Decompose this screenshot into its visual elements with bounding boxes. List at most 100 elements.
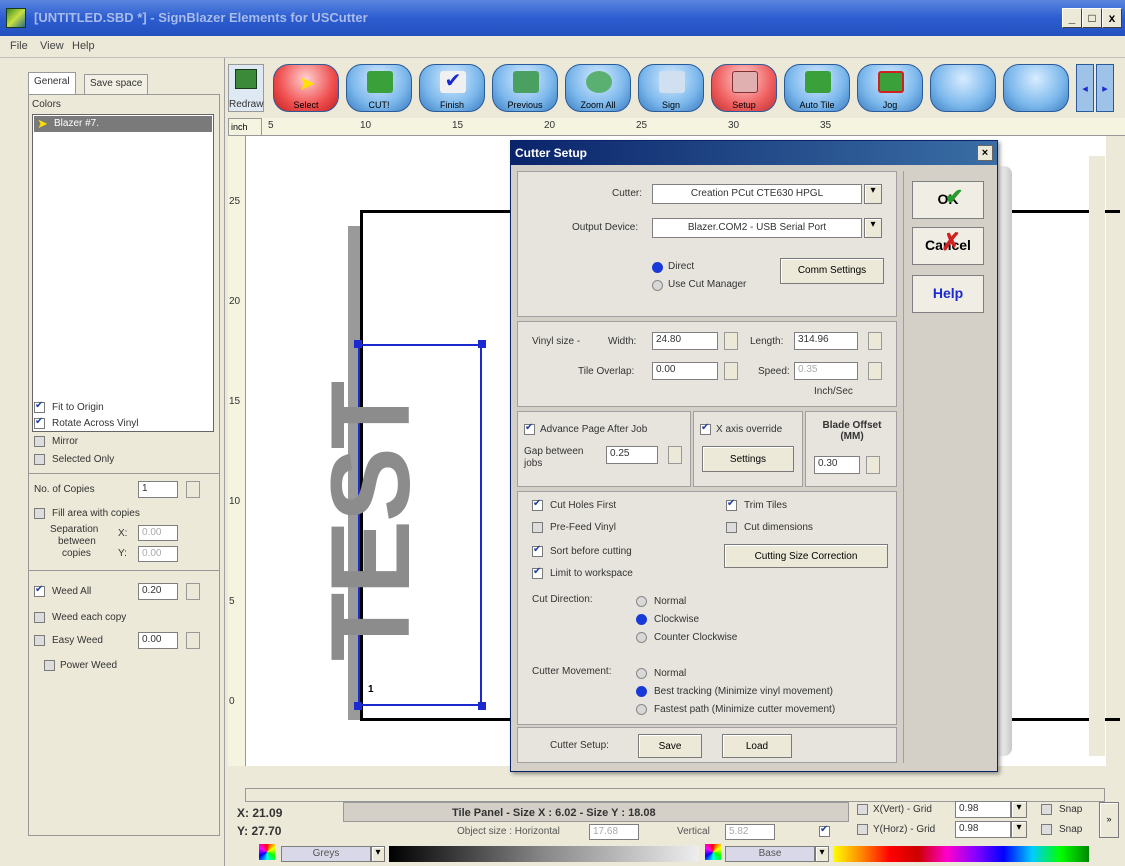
jog-button[interactable]: Jog bbox=[857, 64, 923, 112]
cut-manager-radio[interactable] bbox=[652, 280, 663, 291]
easy-weed-input[interactable]: 0.00 bbox=[138, 632, 178, 649]
greys-palette-select[interactable]: Greys bbox=[281, 846, 371, 862]
cutting-size-correction-button[interactable]: Cutting Size Correction bbox=[724, 544, 888, 568]
sort-before-checkbox[interactable] bbox=[532, 544, 543, 557]
snap-y-checkbox[interactable] bbox=[1041, 824, 1052, 835]
comm-settings-button[interactable]: Comm Settings bbox=[780, 258, 884, 284]
length-spinner[interactable] bbox=[868, 332, 882, 350]
easy-weed-spinner[interactable] bbox=[186, 632, 200, 649]
base-swatch-strip[interactable] bbox=[833, 846, 1089, 862]
fit-origin-checkbox[interactable] bbox=[34, 400, 45, 413]
expand-icon[interactable]: » bbox=[1099, 802, 1119, 838]
selection-handle[interactable] bbox=[478, 340, 486, 348]
cancel-button[interactable]: Cancel ✗ bbox=[912, 227, 984, 265]
palette-icon[interactable] bbox=[259, 844, 275, 860]
copies-input[interactable]: 1 bbox=[138, 481, 178, 498]
gap-spinner[interactable] bbox=[668, 446, 682, 464]
mirror-checkbox[interactable] bbox=[34, 436, 45, 447]
palette-icon[interactable] bbox=[705, 844, 721, 860]
selection-handle[interactable] bbox=[354, 702, 362, 710]
finish-button[interactable]: ✔ Finish bbox=[419, 64, 485, 112]
mov-fastest-radio[interactable] bbox=[636, 704, 647, 715]
yhorz-grid-input[interactable]: 0.98 bbox=[955, 821, 1011, 838]
menu-view[interactable]: View bbox=[40, 40, 64, 52]
selection-handle[interactable] bbox=[478, 702, 486, 710]
limit-workspace-checkbox[interactable] bbox=[532, 566, 543, 579]
cutter-dropdown-icon[interactable]: ▾ bbox=[864, 184, 882, 204]
auto-tile-button[interactable]: Auto Tile bbox=[784, 64, 850, 112]
menu-help[interactable]: Help bbox=[72, 40, 95, 52]
tab-save-space[interactable]: Save space bbox=[84, 74, 149, 94]
speed-input[interactable]: 0.35 bbox=[794, 362, 858, 380]
dir-clockwise-radio[interactable] bbox=[636, 614, 647, 625]
power-weed-checkbox[interactable] bbox=[44, 660, 55, 671]
xvert-grid-dropdown-icon[interactable]: ▾ bbox=[1011, 801, 1027, 818]
menu-file[interactable]: File bbox=[10, 40, 28, 52]
pre-feed-checkbox[interactable] bbox=[532, 522, 543, 533]
color-item-selected[interactable]: ➤ Blazer #7. bbox=[34, 116, 212, 132]
ruler-unit[interactable]: inch bbox=[228, 118, 262, 136]
tile-overlap-input[interactable]: 0.00 bbox=[652, 362, 718, 380]
weed-all-spinner[interactable] bbox=[186, 583, 200, 600]
xvert-grid-input[interactable]: 0.98 bbox=[955, 801, 1011, 818]
redraw-button[interactable]: Redraw bbox=[228, 64, 264, 112]
blade-offset-spinner[interactable] bbox=[866, 456, 880, 474]
yhorz-grid-dropdown-icon[interactable]: ▾ bbox=[1011, 821, 1027, 838]
vertical-size-input[interactable]: 5.82 bbox=[725, 824, 775, 840]
close-button[interactable]: x bbox=[1102, 8, 1122, 28]
settings-button[interactable]: Settings bbox=[702, 446, 794, 472]
zoom-all-button[interactable]: Zoom All bbox=[565, 64, 631, 112]
fill-area-checkbox[interactable] bbox=[34, 508, 45, 519]
mov-best-radio[interactable] bbox=[636, 686, 647, 697]
cutter-select[interactable]: Creation PCut CTE630 HPGL bbox=[652, 184, 862, 204]
setup-button[interactable]: Setup bbox=[711, 64, 777, 112]
xvert-grid-checkbox[interactable] bbox=[857, 804, 868, 815]
gap-input[interactable]: 0.25 bbox=[606, 446, 658, 464]
maximize-button[interactable]: □ bbox=[1082, 8, 1102, 28]
scroll-toolbar-right-icon[interactable]: ▸ bbox=[1096, 64, 1114, 112]
colors-list[interactable]: ➤ Blazer #7. bbox=[32, 114, 214, 432]
blade-offset-input[interactable]: 0.30 bbox=[814, 456, 860, 474]
snap-x-checkbox[interactable] bbox=[1041, 804, 1052, 815]
vertical-scrollbar[interactable] bbox=[1089, 156, 1105, 756]
sign-button[interactable]: Sign bbox=[638, 64, 704, 112]
ok-button[interactable]: OK ✔ bbox=[912, 181, 984, 219]
select-button[interactable]: ➤ Select bbox=[273, 64, 339, 112]
greys-swatch-strip[interactable] bbox=[389, 846, 699, 862]
copies-spinner[interactable] bbox=[186, 481, 200, 498]
previous-button[interactable]: Previous bbox=[492, 64, 558, 112]
weed-each-checkbox[interactable] bbox=[34, 612, 45, 623]
tile-overlap-spinner[interactable] bbox=[724, 362, 738, 380]
dir-normal-radio[interactable] bbox=[636, 596, 647, 607]
speed-spinner[interactable] bbox=[868, 362, 882, 380]
sep-x-input[interactable]: 0.00 bbox=[138, 525, 178, 541]
sep-y-input[interactable]: 0.00 bbox=[138, 546, 178, 562]
load-button[interactable]: Load bbox=[722, 734, 792, 758]
blank-tool-button-1[interactable] bbox=[930, 64, 996, 112]
cut-holes-first-checkbox[interactable] bbox=[532, 498, 543, 511]
cut-button[interactable]: CUT! bbox=[346, 64, 412, 112]
easy-weed-checkbox[interactable] bbox=[34, 635, 45, 646]
base-dropdown-icon[interactable]: ▾ bbox=[815, 846, 829, 862]
yhorz-grid-checkbox[interactable] bbox=[857, 824, 868, 835]
weed-all-input[interactable]: 0.20 bbox=[138, 583, 178, 600]
dialog-close-button[interactable]: × bbox=[977, 145, 993, 161]
cut-dimensions-checkbox[interactable] bbox=[726, 522, 737, 533]
direct-radio[interactable] bbox=[652, 262, 663, 273]
trim-tiles-checkbox[interactable] bbox=[726, 498, 737, 511]
width-spinner[interactable] bbox=[724, 332, 738, 350]
output-dropdown-icon[interactable]: ▾ bbox=[864, 218, 882, 238]
output-device-select[interactable]: Blazer.COM2 - USB Serial Port bbox=[652, 218, 862, 238]
selected-only-checkbox[interactable] bbox=[34, 454, 45, 465]
test-text-object[interactable]: TEST bbox=[308, 341, 433, 703]
advance-page-checkbox[interactable] bbox=[524, 422, 535, 435]
lock-aspect-checkbox[interactable] bbox=[819, 824, 830, 837]
blank-tool-button-2[interactable] bbox=[1003, 64, 1069, 112]
mov-normal-radio[interactable] bbox=[636, 668, 647, 679]
base-palette-select[interactable]: Base bbox=[725, 846, 815, 862]
horizontal-size-input[interactable]: 17.68 bbox=[589, 824, 639, 840]
scroll-toolbar-left-icon[interactable]: ◂ bbox=[1076, 64, 1094, 112]
x-axis-override-checkbox[interactable] bbox=[700, 422, 711, 435]
width-input[interactable]: 24.80 bbox=[652, 332, 718, 350]
dir-counter-radio[interactable] bbox=[636, 632, 647, 643]
